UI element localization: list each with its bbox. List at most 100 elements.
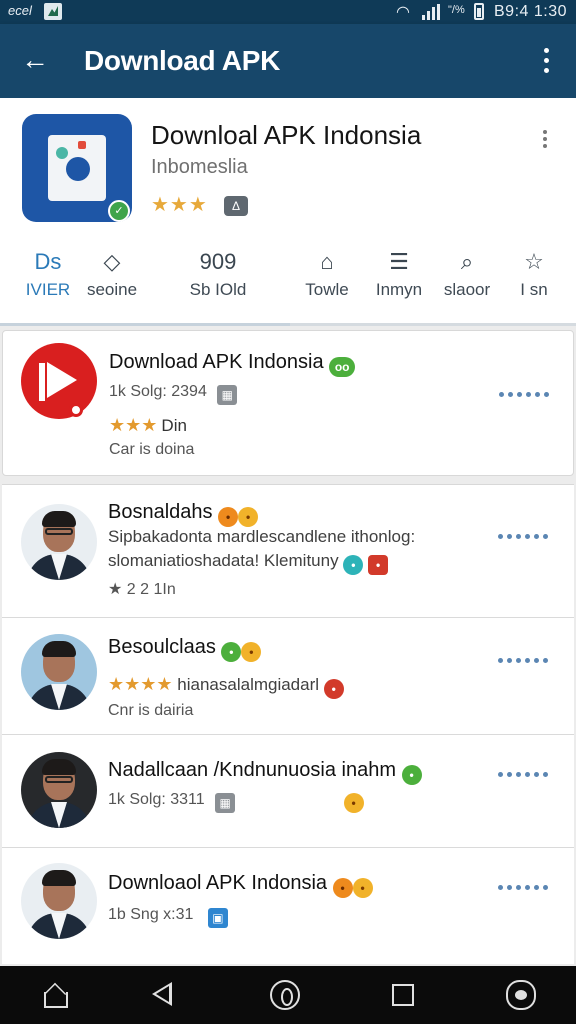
list-item-line: ★★★★ hianasalalmgiadarl • xyxy=(108,674,344,699)
list-item-title-text: Downloaol APK Indonsia xyxy=(108,872,328,894)
featured-meta: 1k Solg: 2394 ▦ xyxy=(109,383,238,405)
stat-label: I sn xyxy=(520,280,548,299)
app-header-card: ✓ Downloal APK Indonsia Inbomeslia ★★★ Δ… xyxy=(0,98,576,326)
list-item-title: Bosnaldahs • • xyxy=(108,501,259,527)
list-item-meta: ★ 2 2 1In xyxy=(108,581,176,598)
status-bar: ecel ◠ "/% B9:4 1:30 xyxy=(0,0,576,24)
featured-stars-label: Din xyxy=(161,416,187,435)
list-item-meta: 1k Solg: 3311 ▦ • xyxy=(108,791,364,813)
developer-name: Inbomeslia xyxy=(151,156,248,178)
list-item-title: Besoulclaas • • xyxy=(108,636,262,662)
emoji-icon: • xyxy=(221,642,242,662)
featured-stars: ★★★ xyxy=(109,415,158,435)
clock: B9:4 1:30 xyxy=(494,3,567,20)
carrier-label: ecel xyxy=(8,3,32,18)
list-item-meta: 1b Sng x:31 ▣ xyxy=(108,906,228,928)
stat-label: slaoor xyxy=(443,280,491,299)
list-item[interactable]: Downloaol APK Indonsia • • 1b Sng x:31 ▣ xyxy=(2,848,574,965)
list-icon: ☰ xyxy=(389,249,409,274)
assistant-icon[interactable] xyxy=(506,980,536,1010)
emoji-icon: • xyxy=(218,507,239,527)
tag-icon: ◇ xyxy=(103,249,121,274)
list-item-title-text: Bosnaldahs xyxy=(108,501,213,523)
more-vert-icon[interactable] xyxy=(534,45,558,77)
featured-app-card[interactable]: Download APK Indonsia oo 1k Solg: 2394 ▦… xyxy=(2,330,574,476)
emoji-icon: • xyxy=(401,765,422,785)
list-item[interactable]: Besoulclaas • • ★★★★ hianasalalmgiadarl •… xyxy=(2,618,574,735)
list-item-meta-text: 1b Sng x:31 xyxy=(108,906,194,923)
stat-tab-3[interactable]: ⌂ Towle xyxy=(296,248,358,310)
more-horiz-icon[interactable] xyxy=(498,772,552,778)
play-app-icon xyxy=(21,343,97,419)
avatar xyxy=(21,863,97,939)
signal-icon xyxy=(422,4,442,20)
recents-square-icon[interactable] xyxy=(392,984,414,1006)
emoji-icon: • xyxy=(343,793,364,813)
stat-label: IVIER xyxy=(25,280,71,299)
home-circle-icon[interactable] xyxy=(270,980,300,1010)
featured-category: Car is doina xyxy=(109,441,195,458)
app-menu-icon[interactable] xyxy=(538,128,552,150)
featured-title-text: Download APK Indonsia xyxy=(109,351,324,373)
list-item-line: Sipbakadonta mardlescandlene ithonlog: xyxy=(108,527,416,546)
stat-tab-6[interactable]: ☆ I sn xyxy=(506,248,562,310)
wifi-icon: ◠ xyxy=(396,4,410,21)
stat-label: Sb IOld xyxy=(189,280,247,299)
emoji-icon: • xyxy=(241,642,262,662)
list-item-meta-text: 1k Solg: 3311 xyxy=(108,791,205,808)
more-horiz-icon[interactable] xyxy=(498,885,552,891)
page-title: Download APK xyxy=(84,45,281,76)
arrow-left-icon[interactable]: ← xyxy=(18,43,52,77)
emoji-icon: • xyxy=(343,555,364,575)
featured-meta-text: 1k Solg: 2394 xyxy=(109,383,207,400)
avatar xyxy=(21,752,97,828)
app-icon[interactable]: ✓ xyxy=(22,114,132,222)
stat-label: seoine xyxy=(86,280,138,299)
stat-tab-0[interactable]: Ds IVIER xyxy=(16,248,80,310)
featured-title: Download APK Indonsia oo xyxy=(109,351,356,377)
verified-badge-icon: ✓ xyxy=(108,200,130,222)
list-item[interactable]: Nadallcaan /Kndnunuosia inahm • 1k Solg:… xyxy=(2,735,574,848)
home-icon[interactable] xyxy=(40,980,70,1010)
stat-tab-2[interactable]: 909 Sb IOld xyxy=(170,248,266,310)
more-horiz-icon[interactable] xyxy=(499,392,553,398)
list-item-line-2: slomaniatioshadata! Klemituny • • xyxy=(108,551,389,575)
list-item-stars: ★★★★ xyxy=(108,674,173,694)
more-horiz-icon[interactable] xyxy=(498,658,552,664)
stat-glyph: 909 xyxy=(199,249,237,274)
stat-tab-4[interactable]: ☰ Inmyn xyxy=(368,248,430,310)
system-nav-bar xyxy=(0,966,576,1024)
emoji-icon: • xyxy=(332,878,353,898)
list-item-line-2-text: slomaniatioshadata! Klemituny xyxy=(108,551,339,570)
emoji-icon: • xyxy=(323,679,344,699)
list-item-line-text: hianasalalmgiadarl xyxy=(177,675,320,694)
stat-tab-1[interactable]: ◇ seoine xyxy=(80,248,144,310)
stat-label: Inmyn xyxy=(375,280,423,299)
list-item-category: Cnr is dairia xyxy=(108,702,194,719)
avatar xyxy=(21,634,97,710)
battery-icon xyxy=(474,3,484,20)
grid-icon: ▦ xyxy=(217,385,238,405)
avatar xyxy=(21,504,97,580)
stat-tab-5[interactable]: ⌕ slaoor xyxy=(436,248,498,310)
back-triangle-icon[interactable] xyxy=(152,982,172,1006)
list-item[interactable]: Bosnaldahs • • Sipbakadonta mardlescandle… xyxy=(2,485,574,618)
app-name: Downloal APK Indonsia xyxy=(151,120,422,150)
list-item-title-text: Nadallcaan /Kndnunuosia inahm xyxy=(108,759,396,781)
more-horiz-icon[interactable] xyxy=(498,534,552,540)
app-bar: ← Download APK xyxy=(0,24,576,98)
tab-indicator xyxy=(0,323,576,326)
content-rating-badge: Δ xyxy=(224,196,248,216)
featured-badge-icon: oo xyxy=(329,357,356,377)
rating-stars: ★★★ xyxy=(151,194,208,216)
document-icon xyxy=(48,135,106,201)
featured-rating: ★★★ Din xyxy=(109,415,187,436)
search-icon: ⌕ xyxy=(460,249,474,274)
list-item-title: Nadallcaan /Kndnunuosia inahm • xyxy=(108,759,422,785)
emoji-icon: • xyxy=(352,878,373,898)
image-icon: ▣ xyxy=(207,908,228,928)
grid-icon: ▦ xyxy=(215,793,236,813)
star-outline-icon: ☆ xyxy=(524,249,544,274)
app-list: Bosnaldahs • • Sipbakadonta mardlescandle… xyxy=(2,484,574,964)
list-item-title: Downloaol APK Indonsia • • xyxy=(108,872,373,898)
